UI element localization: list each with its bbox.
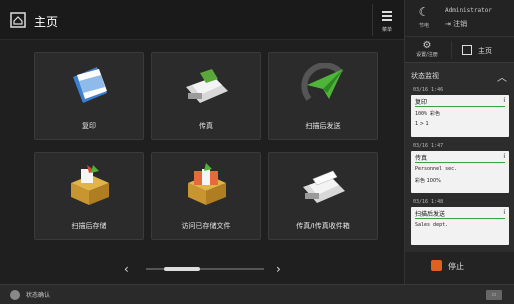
job-title: 扫描后发送 <box>415 211 446 218</box>
logout-icon: ⇥ <box>445 20 454 28</box>
settings-button[interactable]: ⚙ 设置/注册 <box>409 40 445 58</box>
tile-scan-store[interactable]: 扫描后存储 <box>34 152 144 240</box>
next-page-button[interactable]: › <box>276 262 281 276</box>
keyboard-icon[interactable]: ▭ <box>486 290 502 300</box>
job-detail-2: 1 > 1 <box>415 121 429 127</box>
status-bar: 状态确认 ▭ <box>0 284 514 304</box>
tile-label: 复印 <box>82 122 96 130</box>
job-time: 03/16 1:48 <box>413 199 444 205</box>
page-thumb <box>163 267 200 271</box>
stop-icon <box>431 260 442 271</box>
stop-area: 停止 <box>405 252 514 284</box>
job-time: 03/16 1:46 <box>413 87 444 93</box>
info-icon: i <box>503 209 505 216</box>
home-icon <box>10 12 26 28</box>
function-grid: 复印 传真 扫描后发送 扫描后存储 访问已存储文件 传真/I传真收件箱 ‹ › <box>0 40 404 284</box>
job-item[interactable]: 复印 i 100% 彩色 1 > 1 <box>411 95 509 137</box>
job-title: 传真 <box>415 155 428 162</box>
info-icon: i <box>503 153 505 160</box>
home-button[interactable]: 主页 <box>451 41 509 59</box>
job-detail-2: 彩色 100% <box>415 178 441 184</box>
job-item[interactable]: 传真 i Personnel sec. 彩色 100% <box>411 151 509 193</box>
quick-buttons: ⚙ 设置/注册 主页 <box>405 36 514 62</box>
tile-label: 传真/I传真收件箱 <box>296 222 350 230</box>
scan-store-icon <box>71 165 109 205</box>
job-item[interactable]: 扫描后发送 i Sales dept. <box>411 207 509 245</box>
energy-saver-icon[interactable]: ☾ <box>413 5 435 19</box>
info-icon: i <box>503 97 505 104</box>
tile-label: 扫描后存储 <box>71 222 107 230</box>
gear-icon: ⚙ <box>422 40 432 51</box>
menu-button[interactable]: 菜单 <box>372 4 400 36</box>
job-progress <box>415 162 505 163</box>
user-area: ☾ 节电 Administrator ⇥ 注销 <box>405 0 514 36</box>
job-progress <box>415 218 505 219</box>
job-title: 复印 <box>415 99 428 106</box>
tile-stored-files[interactable]: 访问已存储文件 <box>151 152 261 240</box>
menu-label: 菜单 <box>381 27 392 33</box>
menu-icon <box>382 11 392 23</box>
job-detail: Personnel sec. <box>415 166 458 172</box>
home-label: 主页 <box>478 47 492 55</box>
monitor-title: 状态监视 <box>411 72 439 80</box>
energy-saver-label: 节电 <box>418 23 429 29</box>
stop-button[interactable]: 停止 <box>431 260 464 272</box>
page-title: 主页 <box>34 15 59 29</box>
job-time: 03/16 1:47 <box>413 143 444 149</box>
settings-label: 设置/注册 <box>416 52 438 58</box>
top-bar: 主页 菜单 <box>0 0 404 40</box>
tile-fax[interactable]: 传真 <box>151 52 261 140</box>
home-icon <box>462 45 472 55</box>
stored-files-icon <box>188 163 226 205</box>
job-progress <box>415 106 505 107</box>
tile-label: 扫描后发送 <box>305 122 341 130</box>
chevron-up-icon[interactable]: ︿ <box>497 69 507 84</box>
stop-label: 停止 <box>448 262 464 271</box>
copy-icon <box>73 67 107 103</box>
tile-scan-send[interactable]: 扫描后发送 <box>268 52 378 140</box>
tile-fax-inbox[interactable]: 传真/I传真收件箱 <box>268 152 378 240</box>
fax-inbox-icon <box>303 170 345 203</box>
job-detail: Sales dept. <box>415 222 449 228</box>
scan-send-icon <box>301 63 344 101</box>
user-name: Administrator <box>445 7 492 14</box>
page-track <box>146 267 264 271</box>
tile-copy[interactable]: 复印 <box>34 52 144 140</box>
right-panel: ☾ 节电 Administrator ⇥ 注销 ⚙ 设置/注册 主页 状态监视 … <box>404 0 514 284</box>
tile-label: 传真 <box>199 122 213 130</box>
page-indicator: ‹ › <box>0 262 404 276</box>
home-screen: 主页 菜单 复印 传真 扫描后发送 扫描后存储 访问已存储文件 传真/I传真收件… <box>0 0 514 304</box>
status-monitor: 状态监视 ︿ 03/16 1:46 复印 i 100% 彩色 1 > 1 03/… <box>405 62 514 252</box>
status-icon <box>10 290 20 300</box>
logout-button[interactable]: ⇥ 注销 <box>445 19 467 29</box>
tile-label: 访问已存储文件 <box>181 222 231 230</box>
prev-page-button[interactable]: ‹ <box>124 262 129 276</box>
logout-label: 注销 <box>453 20 468 28</box>
fax-icon <box>186 69 228 103</box>
status-text[interactable]: 状态确认 <box>26 290 50 299</box>
job-detail: 100% 彩色 <box>415 111 441 117</box>
